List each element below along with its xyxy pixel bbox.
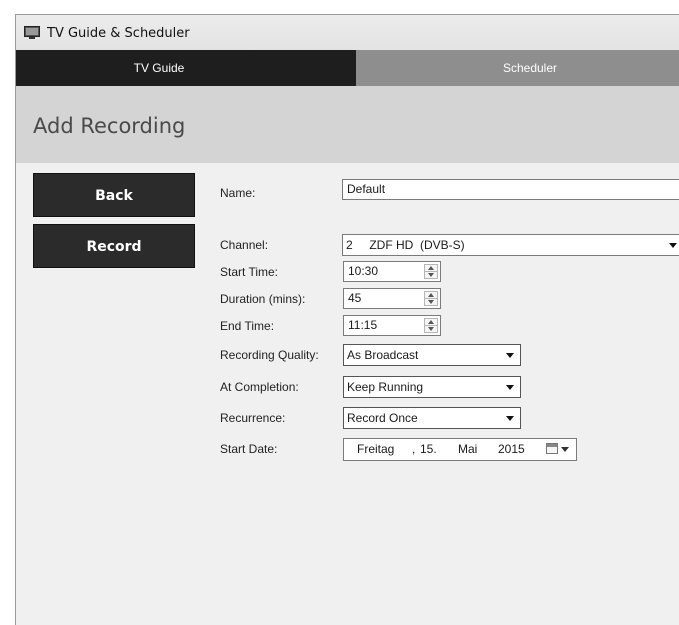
start-time-value: 10:30 [348,264,379,278]
end-time-input[interactable]: 11:15 [343,315,441,336]
start-date-picker[interactable]: Freitag , 15. Mai 2015 [343,438,577,461]
chevron-down-icon [506,353,514,358]
recurrence-label: Recurrence: [220,411,286,425]
chevron-down-icon [506,385,514,390]
duration-value: 45 [348,291,362,305]
date-separator: , [412,442,416,456]
chevron-down-icon[interactable] [561,447,569,452]
date-year[interactable]: 2015 [498,439,525,460]
tab-tv-guide[interactable]: TV Guide [16,50,356,86]
chevron-down-icon [669,243,677,248]
page-header: Add Recording [16,86,679,163]
start-date-label: Start Date: [220,442,278,456]
record-button[interactable]: Record [33,224,195,268]
form-area: Back Record Name: Default Channel: 2 ZDF… [16,163,679,625]
title-bar: TV Guide & Scheduler [16,15,679,50]
date-day[interactable]: 15. [420,439,437,460]
duration-label: Duration (mins): [220,292,306,306]
page-title: Add Recording [33,114,186,138]
tab-scheduler[interactable]: Scheduler [356,50,679,86]
quality-label: Recording Quality: [220,348,319,362]
spinner-icon[interactable] [424,318,438,333]
spinner-icon[interactable] [424,264,438,279]
tv-icon [24,26,40,39]
start-time-label: Start Time: [220,265,279,279]
completion-value: Keep Running [347,380,424,394]
name-input[interactable]: Default [342,179,679,200]
tab-scheduler-label: Scheduler [502,61,558,75]
chevron-down-icon [506,416,514,421]
tab-tv-guide-label: TV Guide [133,61,185,75]
channel-label: Channel: [220,238,269,252]
recurrence-value: Record Once [347,411,418,425]
recurrence-select[interactable]: Record Once [343,407,521,429]
start-time-input[interactable]: 10:30 [343,261,441,282]
calendar-icon[interactable] [546,443,558,454]
tab-bar: TV Guide Scheduler [16,50,679,86]
duration-input[interactable]: 45 [343,288,441,309]
end-time-label: End Time: [220,319,275,333]
channel-value: 2 ZDF HD (DVB-S) [346,238,465,252]
name-value: Default [347,182,386,196]
date-weekday[interactable]: Freitag [357,439,394,460]
quality-value: As Broadcast [347,348,419,362]
back-button[interactable]: Back [33,173,195,217]
date-month[interactable]: Mai [458,439,477,460]
window-title: TV Guide & Scheduler [47,26,190,41]
name-label: Name: [220,186,256,200]
channel-select[interactable]: 2 ZDF HD (DVB-S) [342,234,679,256]
app-window: TV Guide & Scheduler TV Guide Scheduler … [15,14,679,625]
quality-select[interactable]: As Broadcast [343,344,521,366]
end-time-value: 11:15 [348,318,378,332]
completion-select[interactable]: Keep Running [343,376,521,398]
completion-label: At Completion: [220,380,299,394]
spinner-icon[interactable] [424,291,438,306]
